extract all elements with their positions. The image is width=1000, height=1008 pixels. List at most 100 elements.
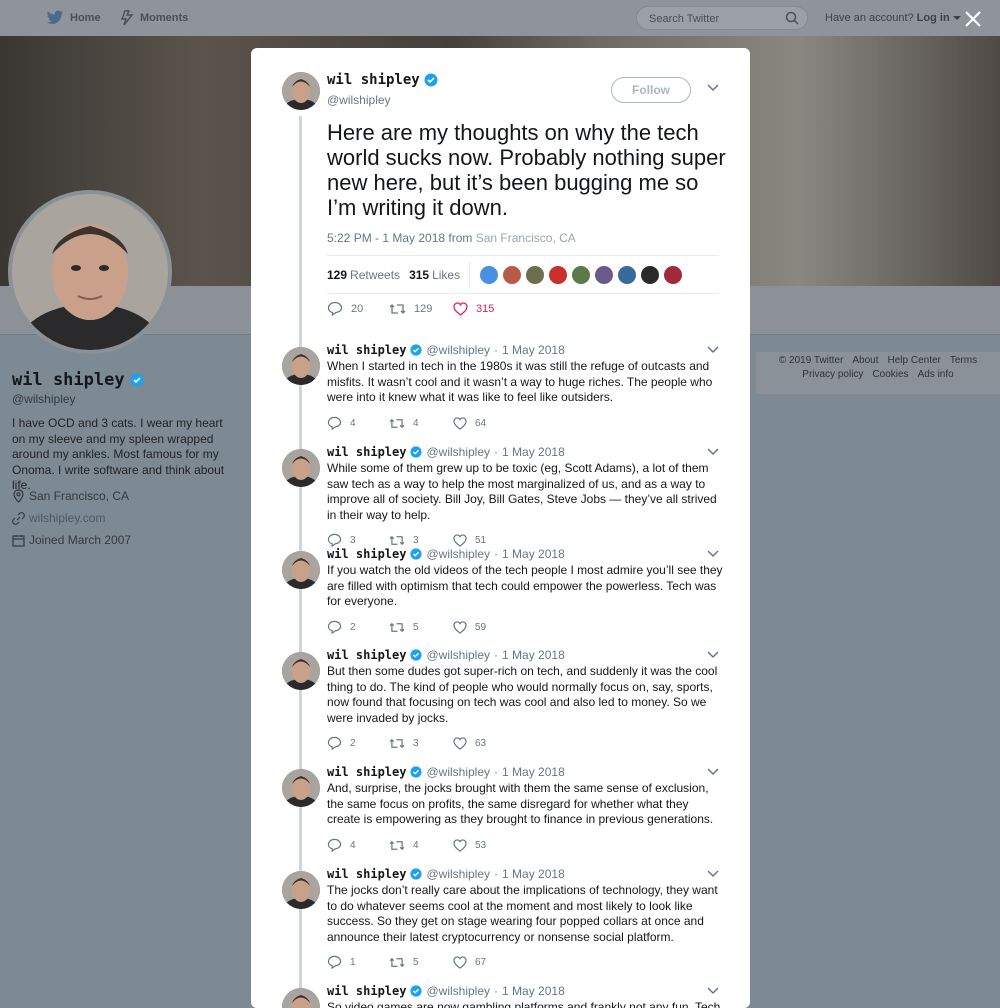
reply-handle[interactable]: @wilshipley: [426, 648, 490, 662]
reply-icon: [327, 416, 342, 430]
reply-action[interactable]: 1: [327, 955, 389, 969]
like-action[interactable]: 63: [453, 736, 486, 750]
follow-button[interactable]: Follow: [611, 77, 691, 103]
reply-author-name[interactable]: wil shipley: [327, 984, 406, 998]
chevron-down-icon[interactable]: [707, 448, 719, 456]
close-icon[interactable]: [962, 8, 984, 30]
reply-handle[interactable]: @wilshipley: [426, 547, 490, 561]
profile-handle[interactable]: @wilshipley: [12, 392, 76, 406]
reply-author-name[interactable]: wil shipley: [327, 867, 406, 881]
liker-avatar[interactable]: [664, 265, 683, 284]
reply-action[interactable]: 20: [327, 301, 389, 316]
reply-date[interactable]: 1 May 2018: [502, 547, 565, 561]
like-stat-count[interactable]: 315: [409, 268, 429, 282]
liker-avatar[interactable]: [526, 265, 545, 284]
liker-avatar[interactable]: [480, 265, 499, 284]
chevron-down-icon[interactable]: [707, 987, 719, 995]
retweet-action[interactable]: 5: [389, 621, 453, 634]
login-link[interactable]: Log in: [917, 12, 950, 24]
main-tweet-location-link[interactable]: San Francisco, CA: [476, 231, 576, 245]
footer-link-ads-info[interactable]: Ads info: [918, 369, 954, 380]
reply-action[interactable]: 4: [327, 838, 389, 852]
reply-date[interactable]: 1 May 2018: [502, 765, 565, 779]
reply-action[interactable]: 3: [327, 533, 389, 547]
reply-avatar[interactable]: [282, 652, 320, 690]
reply-icon: [327, 838, 342, 852]
reply-action[interactable]: 2: [327, 736, 389, 750]
chevron-down-icon[interactable]: [707, 768, 719, 776]
retweet-action[interactable]: 5: [389, 956, 453, 969]
chevron-down-icon[interactable]: [707, 870, 719, 878]
nav-moments[interactable]: Moments: [120, 0, 188, 36]
retweet-action[interactable]: 3: [389, 737, 453, 750]
reply-avatar[interactable]: [282, 347, 320, 385]
main-tweet-timestamp[interactable]: 5:22 PM - 1 May 2018: [327, 231, 445, 245]
reply-action[interactable]: 4: [327, 416, 389, 430]
reply-author-name[interactable]: wil shipley: [327, 648, 406, 662]
chevron-down-icon[interactable]: [952, 15, 961, 21]
retweet-action[interactable]: 4: [389, 417, 453, 430]
reply-date[interactable]: 1 May 2018: [502, 648, 565, 662]
reply-date[interactable]: 1 May 2018: [502, 445, 565, 459]
reply-handle[interactable]: @wilshipley: [426, 867, 490, 881]
liker-avatar[interactable]: [549, 265, 568, 284]
profile-name-row: wil shipley: [12, 370, 144, 390]
reply-separator: ·: [494, 648, 499, 662]
reply-date[interactable]: 1 May 2018: [502, 343, 565, 357]
liker-avatar[interactable]: [618, 265, 637, 284]
retweet-action[interactable]: 129: [389, 302, 453, 316]
liker-avatar[interactable]: [503, 265, 522, 284]
profile-avatar[interactable]: [8, 190, 172, 354]
reply-action[interactable]: 2: [327, 620, 389, 634]
search-icon[interactable]: [785, 11, 799, 25]
reply-author-name[interactable]: wil shipley: [327, 765, 406, 779]
reply-handle[interactable]: @wilshipley: [426, 984, 490, 998]
footer-link-privacy[interactable]: Privacy policy: [802, 369, 863, 380]
liker-avatar[interactable]: [572, 265, 591, 284]
reply-avatar[interactable]: [282, 871, 320, 909]
chevron-down-icon[interactable]: [707, 346, 719, 354]
footer-link-terms[interactable]: Terms: [950, 355, 977, 366]
reply-actions: 2 3 63: [327, 736, 486, 750]
liker-avatar[interactable]: [595, 265, 614, 284]
search-input[interactable]: [647, 11, 783, 27]
reply-date[interactable]: 1 May 2018: [502, 984, 565, 998]
retweet-action[interactable]: 4: [389, 839, 453, 852]
profile-website-link[interactable]: wilshipley.com: [29, 511, 105, 525]
reply-handle[interactable]: @wilshipley: [426, 343, 490, 357]
location-pin-icon: [13, 489, 24, 503]
footer-link-about[interactable]: About: [852, 355, 878, 366]
reply-handle[interactable]: @wilshipley: [426, 445, 490, 459]
like-stat-label[interactable]: Likes: [432, 268, 460, 282]
reply-avatar[interactable]: [282, 449, 320, 487]
like-action[interactable]: 67: [453, 955, 486, 969]
like-action[interactable]: 315: [453, 301, 494, 316]
main-tweet-handle[interactable]: @wilshipley: [327, 93, 391, 107]
reply-author-name[interactable]: wil shipley: [327, 445, 406, 459]
main-tweet-avatar[interactable]: [282, 72, 320, 110]
retweet-action[interactable]: 3: [389, 534, 453, 547]
main-tweet-author-name[interactable]: wil shipley: [327, 72, 420, 88]
footer-link-help-center[interactable]: Help Center: [888, 355, 941, 366]
like-action[interactable]: 51: [453, 533, 486, 547]
like-action[interactable]: 64: [453, 416, 486, 430]
chevron-down-icon[interactable]: [707, 550, 719, 558]
profile-name[interactable]: wil shipley: [12, 370, 125, 390]
retweet-stat-count[interactable]: 129: [327, 268, 347, 282]
like-action[interactable]: 59: [453, 620, 486, 634]
reply-author-name[interactable]: wil shipley: [327, 343, 406, 357]
reply-author-name[interactable]: wil shipley: [327, 547, 406, 561]
reply-separator: ·: [494, 984, 499, 998]
footer-link-cookies[interactable]: Cookies: [872, 369, 908, 380]
reply-avatar[interactable]: [282, 769, 320, 807]
like-action[interactable]: 53: [453, 838, 486, 852]
retweet-stat-label[interactable]: Retweets: [350, 268, 400, 282]
reply-date[interactable]: 1 May 2018: [502, 867, 565, 881]
liker-avatar[interactable]: [641, 265, 660, 284]
reply-handle[interactable]: @wilshipley: [426, 765, 490, 779]
reply-avatar[interactable]: [282, 988, 320, 1008]
chevron-down-icon[interactable]: [707, 84, 719, 92]
chevron-down-icon[interactable]: [707, 651, 719, 659]
nav-home[interactable]: Home: [46, 0, 101, 36]
reply-avatar[interactable]: [282, 551, 320, 589]
